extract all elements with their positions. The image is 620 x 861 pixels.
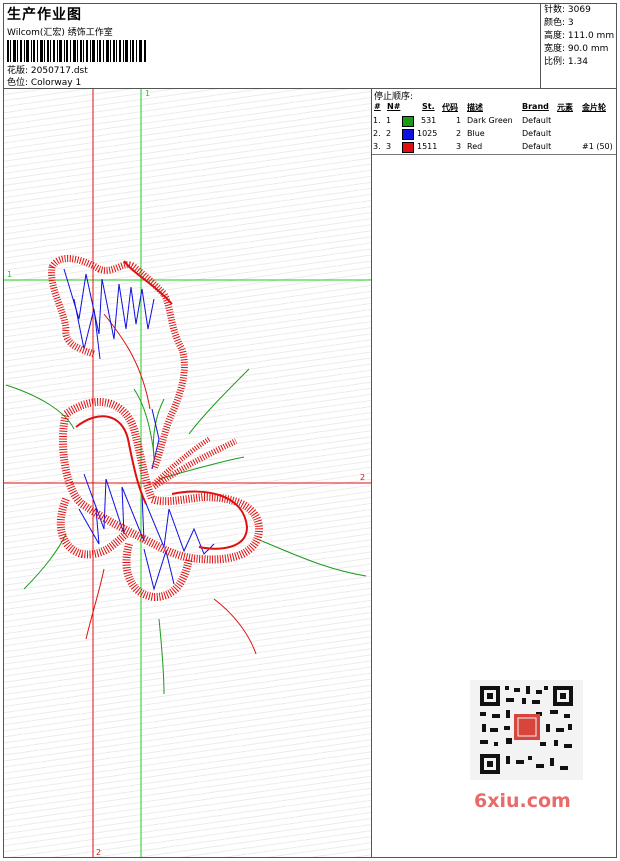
- col-sequin: 金片轮: [582, 103, 606, 112]
- table-row: 3. 3 1511 3 Red Default #1 (50): [373, 142, 613, 153]
- barcode: [7, 40, 146, 62]
- studio-name: Wilcom(汇宏) 绣饰工作室: [7, 28, 113, 38]
- stat-height: 高度: 111.0 mm: [544, 31, 615, 41]
- color-swatch-blue: [402, 129, 414, 140]
- color-swatch-red: [402, 142, 414, 153]
- col-desc: 描述: [467, 103, 483, 112]
- qr-code: [470, 680, 583, 780]
- divider: [372, 154, 616, 155]
- header: 生产作业图 Wilcom(汇宏) 绣饰工作室 花版: 2050717.dst 色…: [4, 4, 616, 89]
- stat-stitches: 针数: 3069: [544, 5, 591, 15]
- stat-colors: 颜色: 3: [544, 18, 574, 28]
- table-row: 1. 1 531 1 Dark Green Default: [373, 116, 552, 127]
- design-canvas: 1 1 2 2: [4, 89, 372, 857]
- guide-label-h1: 1: [7, 270, 12, 279]
- color-swatch-green: [402, 116, 414, 127]
- col-brand: Brand: [522, 102, 549, 111]
- watermark: 6xiu.com: [474, 790, 571, 812]
- guide-label-v1: 1: [145, 89, 150, 98]
- col-stitches: St.: [422, 102, 435, 111]
- stop-sequence-title: 停止顺序:: [374, 92, 414, 102]
- embroidery-design: 1 1 2 2: [4, 89, 371, 857]
- col-num: #: [374, 102, 381, 111]
- col-n: N#: [387, 102, 401, 111]
- col-code: 代码: [442, 103, 458, 112]
- page-title: 生产作业图: [7, 7, 82, 23]
- red-stems: [85, 313, 257, 655]
- stat-scale: 比例: 1.34: [544, 57, 588, 67]
- stat-width: 宽度: 90.0 mm: [544, 44, 609, 54]
- guide-label-h2: 2: [360, 473, 365, 482]
- petal-outline: [56, 398, 264, 602]
- blue-fill: [63, 268, 215, 591]
- col-element: 元素: [557, 103, 573, 112]
- stats-panel: 针数: 3069 颜色: 3 高度: 111.0 mm 宽度: 90.0 mm …: [540, 4, 617, 88]
- table-row: 2. 2 1025 2 Blue Default: [373, 129, 552, 140]
- colorway: 色位: Colorway 1: [7, 78, 82, 88]
- green-stems: [5, 368, 367, 695]
- guide-label-v2: 2: [96, 848, 101, 857]
